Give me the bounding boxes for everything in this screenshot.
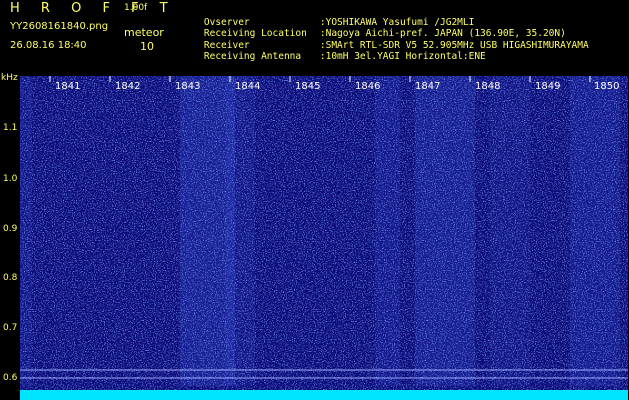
info-key: Receiving Antenna: [203, 51, 302, 62]
baseline-trace: [20, 390, 628, 400]
time-label: 1850: [594, 81, 620, 92]
app-title: H R O F F T: [10, 1, 177, 16]
frequency-unit-label: kHz: [1, 73, 18, 83]
time-label: 1848: [475, 81, 501, 92]
time-label: 1845: [295, 81, 321, 92]
y-tick-label: 0.6: [3, 373, 18, 383]
y-tick-label: 0.7: [3, 323, 18, 333]
spectrogram-canvas: [20, 76, 628, 400]
time-label: 1846: [355, 81, 381, 92]
y-tick-label: 0.9: [3, 224, 18, 234]
spectrogram-noise: [20, 76, 628, 400]
time-label: 1844: [235, 81, 261, 92]
time-label: 1842: [115, 81, 141, 92]
y-tick-label: 1.0: [3, 174, 18, 184]
time-label: 1849: [535, 81, 561, 92]
y-tick-label: 1.1: [3, 123, 18, 133]
filename-label: YY2608161840.png: [10, 21, 109, 32]
info-row-antenna: Receiving Antenna :10mH 3el.YAGI Horizont…: [181, 40, 486, 73]
spectrogram-plot: [20, 76, 628, 400]
meteor-count: 10: [140, 40, 154, 53]
version-label: 1.00f: [124, 3, 148, 13]
datetime-label: 26.08.16 18:40: [10, 40, 87, 51]
time-label: 1841: [55, 81, 81, 92]
time-label: 1843: [175, 81, 201, 92]
hroft-spectrogram-window: H R O F F T 1.00f YY2608161840.png meteo…: [0, 0, 629, 400]
time-label: 1847: [415, 81, 441, 92]
info-value: :10mH 3el.YAGI Horizontal:ENE: [319, 51, 486, 62]
y-tick-label: 0.8: [3, 273, 18, 283]
meteor-label: meteor: [124, 26, 164, 39]
